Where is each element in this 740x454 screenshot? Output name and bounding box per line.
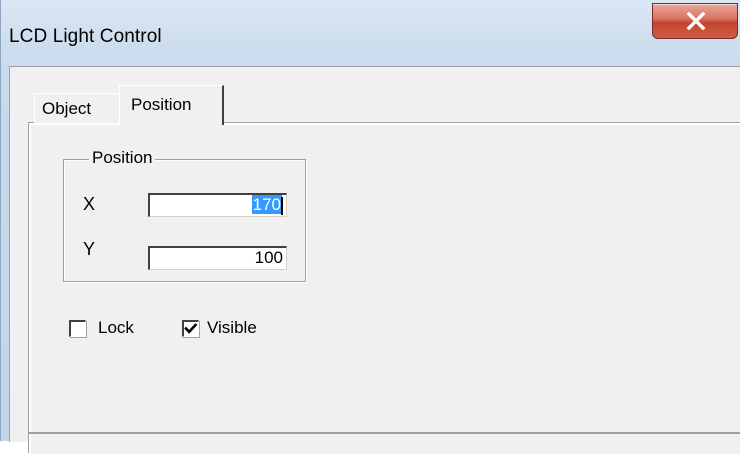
x-input[interactable]: 170 [148,193,287,217]
tab-panel-bottom-border [29,432,740,434]
y-input[interactable]: 100 [148,246,287,270]
tab-object-label: Object [42,99,92,118]
tab-position-label: Position [131,95,192,114]
position-groupbox-legend: Position [89,148,156,168]
x-label: X [83,194,96,214]
text-caret [281,196,283,215]
y-label: Y [83,239,96,259]
lock-label[interactable]: Lock [98,318,134,338]
close-icon [686,12,706,30]
tab-object[interactable]: Object [34,93,121,123]
checkmark-icon [184,323,198,334]
visible-checkbox[interactable] [182,320,199,337]
tab-position[interactable]: Position [119,85,224,125]
window-title: LCD Light Control [9,26,162,47]
x-input-selected-text: 170 [251,195,282,214]
close-button[interactable] [652,3,738,39]
dialog-client-area: Object Position Position X 170 Y 100 Loc… [9,66,740,454]
title-bar[interactable]: LCD Light Control [1,0,740,66]
y-input-value: 100 [254,248,283,267]
lock-checkbox[interactable] [69,320,86,337]
dialog-window: LCD Light Control Object Position Positi… [0,0,740,454]
visible-label[interactable]: Visible [207,318,257,338]
